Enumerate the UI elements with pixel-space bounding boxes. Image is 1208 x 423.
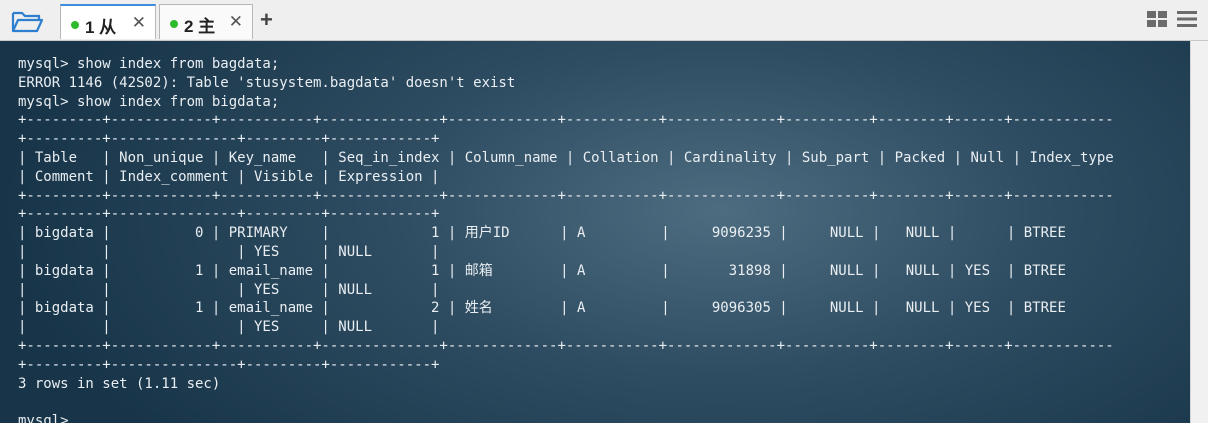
terminal-line: 3 rows in set (1.11 sec): [18, 375, 221, 392]
terminal-line: | bigdata | 1 | email_name | 1 | 邮箱 | A …: [18, 262, 1066, 279]
terminal-line: | bigdata | 0 | PRIMARY | 1 | 用户ID | A |…: [18, 225, 1066, 242]
connected-status-icon: [71, 21, 79, 29]
terminal-line: mysql>: [18, 413, 69, 423]
terminal-line: | Comment | Index_comment | Visible | Ex…: [18, 168, 440, 185]
terminal-line: +---------+---------------+---------+---…: [18, 356, 440, 373]
terminal-line: mysql> show index from bagdata;: [18, 56, 280, 72]
terminal-output[interactable]: mysql> show index from bagdata; ERROR 114…: [0, 41, 1190, 423]
new-tab-button[interactable]: +: [260, 7, 273, 33]
terminal-line: ERROR 1146 (42S02): Table 'stusystem.bag…: [18, 74, 516, 91]
terminal-line: +---------+---------------+---------+---…: [18, 206, 440, 223]
vertical-scrollbar[interactable]: [1190, 41, 1208, 423]
tab-session-1[interactable]: 1 从 ✕: [60, 4, 156, 39]
menu-icon[interactable]: [1176, 10, 1198, 28]
terminal-line: | | | YES | NULL |: [18, 243, 440, 260]
tab-label: 1 从: [85, 18, 117, 37]
tab-label: 2 主: [184, 17, 216, 36]
close-icon[interactable]: ✕: [229, 12, 243, 32]
connected-status-icon: [170, 20, 178, 28]
terminal-line: | | | YES | NULL |: [18, 281, 440, 298]
terminal-line: +---------+---------------+---------+---…: [18, 131, 440, 148]
terminal-line: | Table | Non_unique | Key_name | Seq_in…: [18, 149, 1114, 166]
layout-grid-icon[interactable]: [1146, 10, 1168, 28]
tab-bar: 1 从 ✕ 2 主 ✕ +: [0, 0, 1208, 41]
open-folder-icon[interactable]: [10, 8, 44, 34]
close-icon[interactable]: ✕: [132, 13, 146, 33]
terminal-line: mysql> show index from bigdata;: [18, 93, 280, 110]
terminal-line: | | | YES | NULL |: [18, 319, 440, 336]
terminal-text: mysql> show index from bagdata; ERROR 114…: [18, 55, 1114, 423]
terminal-line: +---------+------------+-----------+----…: [18, 187, 1114, 204]
terminal-line: +---------+------------+-----------+----…: [18, 112, 1114, 129]
terminal-line: +---------+------------+-----------+----…: [18, 337, 1114, 354]
terminal-line: | bigdata | 1 | email_name | 2 | 姓名 | A …: [18, 300, 1066, 317]
tab-session-2[interactable]: 2 主 ✕: [159, 4, 253, 39]
